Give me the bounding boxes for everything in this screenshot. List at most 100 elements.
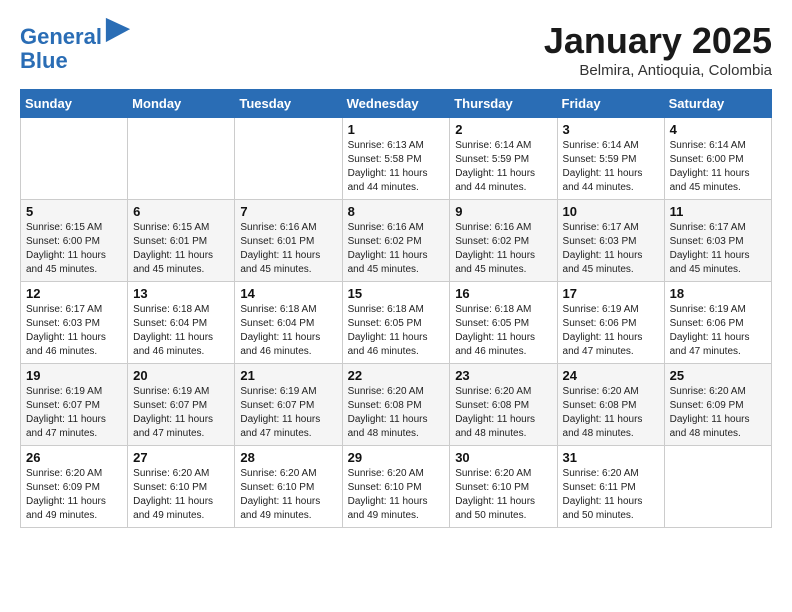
day-number-2: 2 <box>455 122 551 137</box>
day-cell-7: 7 Sunrise: 6:16 AM Sunset: 6:01 PM Daylig… <box>235 200 342 282</box>
day-cell-28: 28Sunrise: 6:20 AM Sunset: 6:10 PM Dayli… <box>235 446 342 528</box>
calendar-table: SundayMondayTuesdayWednesdayThursdayFrid… <box>20 89 772 528</box>
weekday-header-tuesday: Tuesday <box>235 90 342 118</box>
title-block: January 2025 Belmira, Antioquia, Colombi… <box>544 20 772 79</box>
day-number-1: 1 <box>348 122 445 137</box>
day-info-5: Sunrise: 6:15 AM Sunset: 6:00 PM Dayligh… <box>26 221 122 277</box>
week-row-1: 1 Sunrise: 6:13 AM Sunset: 5:58 PM Daylig… <box>21 118 772 200</box>
day-cell-1: 1 Sunrise: 6:13 AM Sunset: 5:58 PM Daylig… <box>342 118 450 200</box>
week-row-5: 26Sunrise: 6:20 AM Sunset: 6:09 PM Dayli… <box>21 446 772 528</box>
logo-blue: Blue <box>20 48 68 73</box>
day-number-15: 15 <box>348 286 445 301</box>
day-number-5: 5 <box>26 204 122 219</box>
day-cell-5: 5 Sunrise: 6:15 AM Sunset: 6:00 PM Daylig… <box>21 200 128 282</box>
day-info-13: Sunrise: 6:18 AM Sunset: 6:04 PM Dayligh… <box>133 303 229 359</box>
day-info-7: Sunrise: 6:16 AM Sunset: 6:01 PM Dayligh… <box>240 221 336 277</box>
weekday-header-monday: Monday <box>128 90 235 118</box>
day-number-10: 10 <box>563 204 659 219</box>
day-cell-30: 30 Sunrise: 6:20 AM Sunset: 6:10 PM Dayli… <box>450 446 557 528</box>
day-info-6: Sunrise: 6:15 AM Sunset: 6:01 PM Dayligh… <box>133 221 229 277</box>
day-cell-14: 14 Sunrise: 6:18 AM Sunset: 6:04 PM Dayli… <box>235 282 342 364</box>
day-cell-22: 22 Sunrise: 6:20 AM Sunset: 6:08 PM Dayli… <box>342 364 450 446</box>
week-row-2: 5 Sunrise: 6:15 AM Sunset: 6:00 PM Daylig… <box>21 200 772 282</box>
day-number-20: 20 <box>133 368 229 383</box>
day-number-19: 19 <box>26 368 122 383</box>
day-info-23: Sunrise: 6:20 AM Sunset: 6:08 PM Dayligh… <box>455 385 551 441</box>
day-info-20: Sunrise: 6:19 AM Sunset: 6:07 PM Dayligh… <box>133 385 229 441</box>
day-cell-10: 10 Sunrise: 6:17 AM Sunset: 6:03 PM Dayli… <box>557 200 664 282</box>
day-cell-2: 2Sunrise: 6:14 AM Sunset: 5:59 PM Daylig… <box>450 118 557 200</box>
day-number-3: 3 <box>563 122 659 137</box>
day-number-26: 26 <box>26 450 122 465</box>
month-title: January 2025 <box>544 20 772 62</box>
day-cell-17: 17 Sunrise: 6:19 AM Sunset: 6:06 PM Dayli… <box>557 282 664 364</box>
day-number-31: 31 <box>563 450 659 465</box>
day-cell-11: 11 Sunrise: 6:17 AM Sunset: 6:03 PM Dayli… <box>664 200 771 282</box>
day-number-7: 7 <box>240 204 336 219</box>
day-info-15: Sunrise: 6:18 AM Sunset: 6:05 PM Dayligh… <box>348 303 445 359</box>
logo-icon <box>104 16 132 44</box>
day-info-17: Sunrise: 6:19 AM Sunset: 6:06 PM Dayligh… <box>563 303 659 359</box>
day-cell-21: 21Sunrise: 6:19 AM Sunset: 6:07 PM Dayli… <box>235 364 342 446</box>
day-number-6: 6 <box>133 204 229 219</box>
day-number-22: 22 <box>348 368 445 383</box>
day-number-4: 4 <box>670 122 766 137</box>
day-cell-4: 4Sunrise: 6:14 AM Sunset: 6:00 PM Daylig… <box>664 118 771 200</box>
day-cell-25: 25 Sunrise: 6:20 AM Sunset: 6:09 PM Dayli… <box>664 364 771 446</box>
day-cell-18: 18 Sunrise: 6:19 AM Sunset: 6:06 PM Dayli… <box>664 282 771 364</box>
day-number-11: 11 <box>670 204 766 219</box>
day-info-12: Sunrise: 6:17 AM Sunset: 6:03 PM Dayligh… <box>26 303 122 359</box>
day-cell-31: 31 Sunrise: 6:20 AM Sunset: 6:11 PM Dayli… <box>557 446 664 528</box>
day-info-27: Sunrise: 6:20 AM Sunset: 6:10 PM Dayligh… <box>133 467 229 523</box>
day-info-11: Sunrise: 6:17 AM Sunset: 6:03 PM Dayligh… <box>670 221 766 277</box>
empty-cell <box>128 118 235 200</box>
day-number-13: 13 <box>133 286 229 301</box>
day-info-22: Sunrise: 6:20 AM Sunset: 6:08 PM Dayligh… <box>348 385 445 441</box>
week-row-4: 19 Sunrise: 6:19 AM Sunset: 6:07 PM Dayli… <box>21 364 772 446</box>
day-number-8: 8 <box>348 204 445 219</box>
weekday-header-friday: Friday <box>557 90 664 118</box>
day-number-23: 23 <box>455 368 551 383</box>
logo: General Blue <box>20 20 132 73</box>
weekday-header-thursday: Thursday <box>450 90 557 118</box>
day-info-30: Sunrise: 6:20 AM Sunset: 6:10 PM Dayligh… <box>455 467 551 523</box>
day-info-18: Sunrise: 6:19 AM Sunset: 6:06 PM Dayligh… <box>670 303 766 359</box>
day-number-30: 30 <box>455 450 551 465</box>
day-info-25: Sunrise: 6:20 AM Sunset: 6:09 PM Dayligh… <box>670 385 766 441</box>
day-number-24: 24 <box>563 368 659 383</box>
day-number-12: 12 <box>26 286 122 301</box>
day-info-24: Sunrise: 6:20 AM Sunset: 6:08 PM Dayligh… <box>563 385 659 441</box>
empty-cell <box>21 118 128 200</box>
day-cell-20: 20 Sunrise: 6:19 AM Sunset: 6:07 PM Dayli… <box>128 364 235 446</box>
day-info-8: Sunrise: 6:16 AM Sunset: 6:02 PM Dayligh… <box>348 221 445 277</box>
day-cell-13: 13 Sunrise: 6:18 AM Sunset: 6:04 PM Dayli… <box>128 282 235 364</box>
day-info-19: Sunrise: 6:19 AM Sunset: 6:07 PM Dayligh… <box>26 385 122 441</box>
day-number-25: 25 <box>670 368 766 383</box>
day-cell-8: 8 Sunrise: 6:16 AM Sunset: 6:02 PM Daylig… <box>342 200 450 282</box>
day-number-18: 18 <box>670 286 766 301</box>
day-number-27: 27 <box>133 450 229 465</box>
day-info-10: Sunrise: 6:17 AM Sunset: 6:03 PM Dayligh… <box>563 221 659 277</box>
week-row-3: 12 Sunrise: 6:17 AM Sunset: 6:03 PM Dayli… <box>21 282 772 364</box>
day-cell-15: 15 Sunrise: 6:18 AM Sunset: 6:05 PM Dayli… <box>342 282 450 364</box>
location: Belmira, Antioquia, Colombia <box>544 62 772 79</box>
day-info-9: Sunrise: 6:16 AM Sunset: 6:02 PM Dayligh… <box>455 221 551 277</box>
day-number-28: 28 <box>240 450 336 465</box>
day-number-17: 17 <box>563 286 659 301</box>
day-info-14: Sunrise: 6:18 AM Sunset: 6:04 PM Dayligh… <box>240 303 336 359</box>
day-info-16: Sunrise: 6:18 AM Sunset: 6:05 PM Dayligh… <box>455 303 551 359</box>
weekday-header-sunday: Sunday <box>21 90 128 118</box>
day-info-3: Sunrise: 6:14 AM Sunset: 5:59 PM Dayligh… <box>563 139 659 195</box>
weekday-header-wednesday: Wednesday <box>342 90 450 118</box>
day-cell-23: 23 Sunrise: 6:20 AM Sunset: 6:08 PM Dayli… <box>450 364 557 446</box>
day-cell-16: 16Sunrise: 6:18 AM Sunset: 6:05 PM Dayli… <box>450 282 557 364</box>
day-number-21: 21 <box>240 368 336 383</box>
day-cell-24: 24 Sunrise: 6:20 AM Sunset: 6:08 PM Dayli… <box>557 364 664 446</box>
day-number-29: 29 <box>348 450 445 465</box>
day-cell-19: 19 Sunrise: 6:19 AM Sunset: 6:07 PM Dayli… <box>21 364 128 446</box>
day-number-14: 14 <box>240 286 336 301</box>
day-info-31: Sunrise: 6:20 AM Sunset: 6:11 PM Dayligh… <box>563 467 659 523</box>
page-header: General Blue January 2025 Belmira, Antio… <box>20 20 772 79</box>
weekday-header-row: SundayMondayTuesdayWednesdayThursdayFrid… <box>21 90 772 118</box>
day-info-1: Sunrise: 6:13 AM Sunset: 5:58 PM Dayligh… <box>348 139 445 195</box>
